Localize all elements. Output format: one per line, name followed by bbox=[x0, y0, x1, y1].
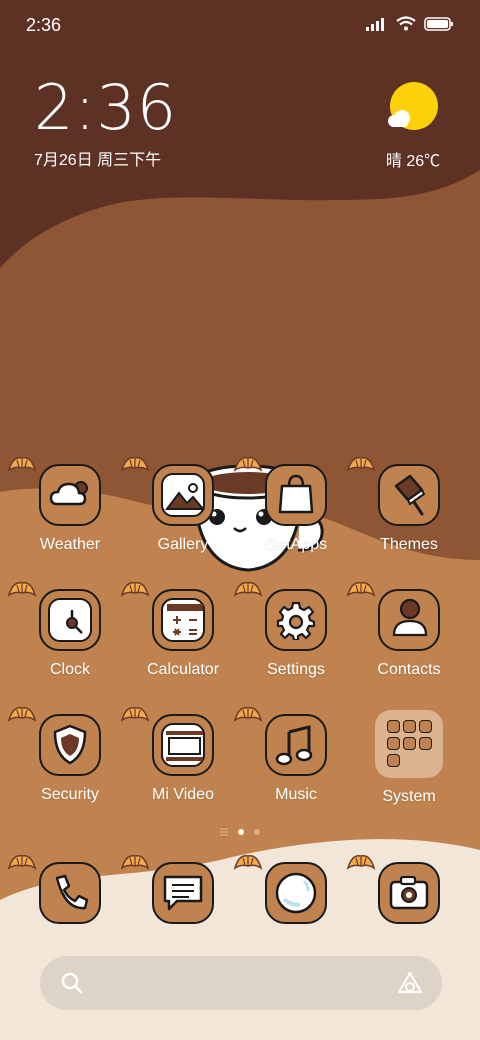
assistant-icon[interactable] bbox=[396, 970, 424, 996]
status-bar: 2:36 bbox=[0, 0, 480, 50]
croissant-icon bbox=[346, 582, 376, 597]
page-indicator[interactable] bbox=[0, 828, 480, 836]
croissant-icon bbox=[120, 582, 150, 597]
croissant-icon bbox=[346, 855, 376, 870]
app-system-folder[interactable]: System bbox=[354, 710, 464, 806]
status-time: 2:36 bbox=[26, 15, 62, 35]
app-label: Music bbox=[275, 786, 317, 803]
croissant-icon bbox=[120, 457, 150, 472]
clock-date: 7月26日 周三下午 bbox=[34, 152, 162, 169]
app-label: Calculator bbox=[146, 661, 220, 678]
app-label: Gallery bbox=[157, 536, 209, 553]
app-contacts[interactable]: Contacts bbox=[346, 582, 464, 679]
dock-phone[interactable] bbox=[7, 855, 125, 924]
weather-temp: 晴 26℃ bbox=[385, 153, 441, 170]
app-gallery[interactable]: Gallery bbox=[120, 457, 238, 554]
app-label: System bbox=[382, 788, 436, 805]
weather-widget[interactable]: 晴 26℃ bbox=[382, 82, 444, 171]
app-settings[interactable]: Settings bbox=[233, 582, 351, 679]
search-icon bbox=[61, 972, 83, 994]
croissant-icon bbox=[120, 707, 150, 722]
clock-time: 2:36 bbox=[34, 71, 178, 144]
camera-icon bbox=[378, 862, 440, 924]
themes-icon bbox=[378, 464, 440, 526]
app-calculator[interactable]: Calculator bbox=[120, 582, 238, 679]
app-label: Contacts bbox=[377, 661, 441, 678]
gear-icon bbox=[265, 589, 327, 651]
video-icon bbox=[152, 714, 214, 776]
croissant-icon bbox=[233, 582, 263, 597]
gallery-icon bbox=[152, 464, 214, 526]
clock-widget[interactable]: 2:36 7月26日 周三下午 bbox=[34, 76, 177, 170]
croissant-icon bbox=[7, 707, 37, 722]
getapps-icon bbox=[265, 464, 327, 526]
croissant-icon bbox=[7, 582, 37, 597]
calculator-icon bbox=[152, 589, 214, 651]
page-dot-active bbox=[238, 829, 244, 835]
browser-icon bbox=[265, 862, 327, 924]
croissant-icon bbox=[233, 855, 263, 870]
dock-camera[interactable] bbox=[346, 855, 464, 924]
app-label: GetApps bbox=[264, 536, 328, 553]
croissant-icon bbox=[7, 457, 37, 472]
app-label: Clock bbox=[49, 661, 90, 678]
croissant-icon bbox=[233, 457, 263, 472]
app-themes[interactable]: Themes bbox=[346, 457, 464, 554]
phone-icon bbox=[39, 862, 101, 924]
search-bar[interactable] bbox=[40, 956, 442, 1010]
dock-messages[interactable] bbox=[120, 855, 238, 924]
app-label: Mi Video bbox=[152, 786, 214, 803]
sun-cloud-icon bbox=[388, 82, 438, 130]
page-dot bbox=[254, 829, 260, 835]
app-clock[interactable]: Clock bbox=[7, 582, 125, 679]
folder-icon bbox=[375, 710, 443, 778]
app-security[interactable]: Security bbox=[7, 707, 125, 804]
app-music[interactable]: Music bbox=[233, 707, 351, 804]
shield-icon bbox=[39, 714, 101, 776]
messages-icon bbox=[152, 862, 214, 924]
weather-icon bbox=[39, 464, 101, 526]
app-weather[interactable]: Weather bbox=[7, 457, 125, 554]
contacts-icon bbox=[378, 589, 440, 651]
signal-icon bbox=[366, 17, 384, 31]
music-icon bbox=[265, 714, 327, 776]
battery-icon bbox=[424, 16, 453, 31]
croissant-icon bbox=[7, 855, 37, 870]
croissant-icon bbox=[120, 855, 150, 870]
app-getapps[interactable]: GetApps bbox=[233, 457, 351, 554]
app-label: Themes bbox=[380, 536, 438, 553]
wifi-icon bbox=[396, 16, 416, 31]
croissant-icon bbox=[233, 707, 263, 722]
clock-icon bbox=[39, 589, 101, 651]
app-mi-video[interactable]: Mi Video bbox=[120, 707, 238, 804]
app-label: Weather bbox=[39, 536, 101, 553]
dock-browser[interactable] bbox=[233, 855, 351, 924]
croissant-icon bbox=[346, 457, 376, 472]
app-label: Settings bbox=[267, 661, 325, 678]
app-label: Security bbox=[41, 786, 99, 803]
menu-lines-icon bbox=[220, 828, 228, 836]
